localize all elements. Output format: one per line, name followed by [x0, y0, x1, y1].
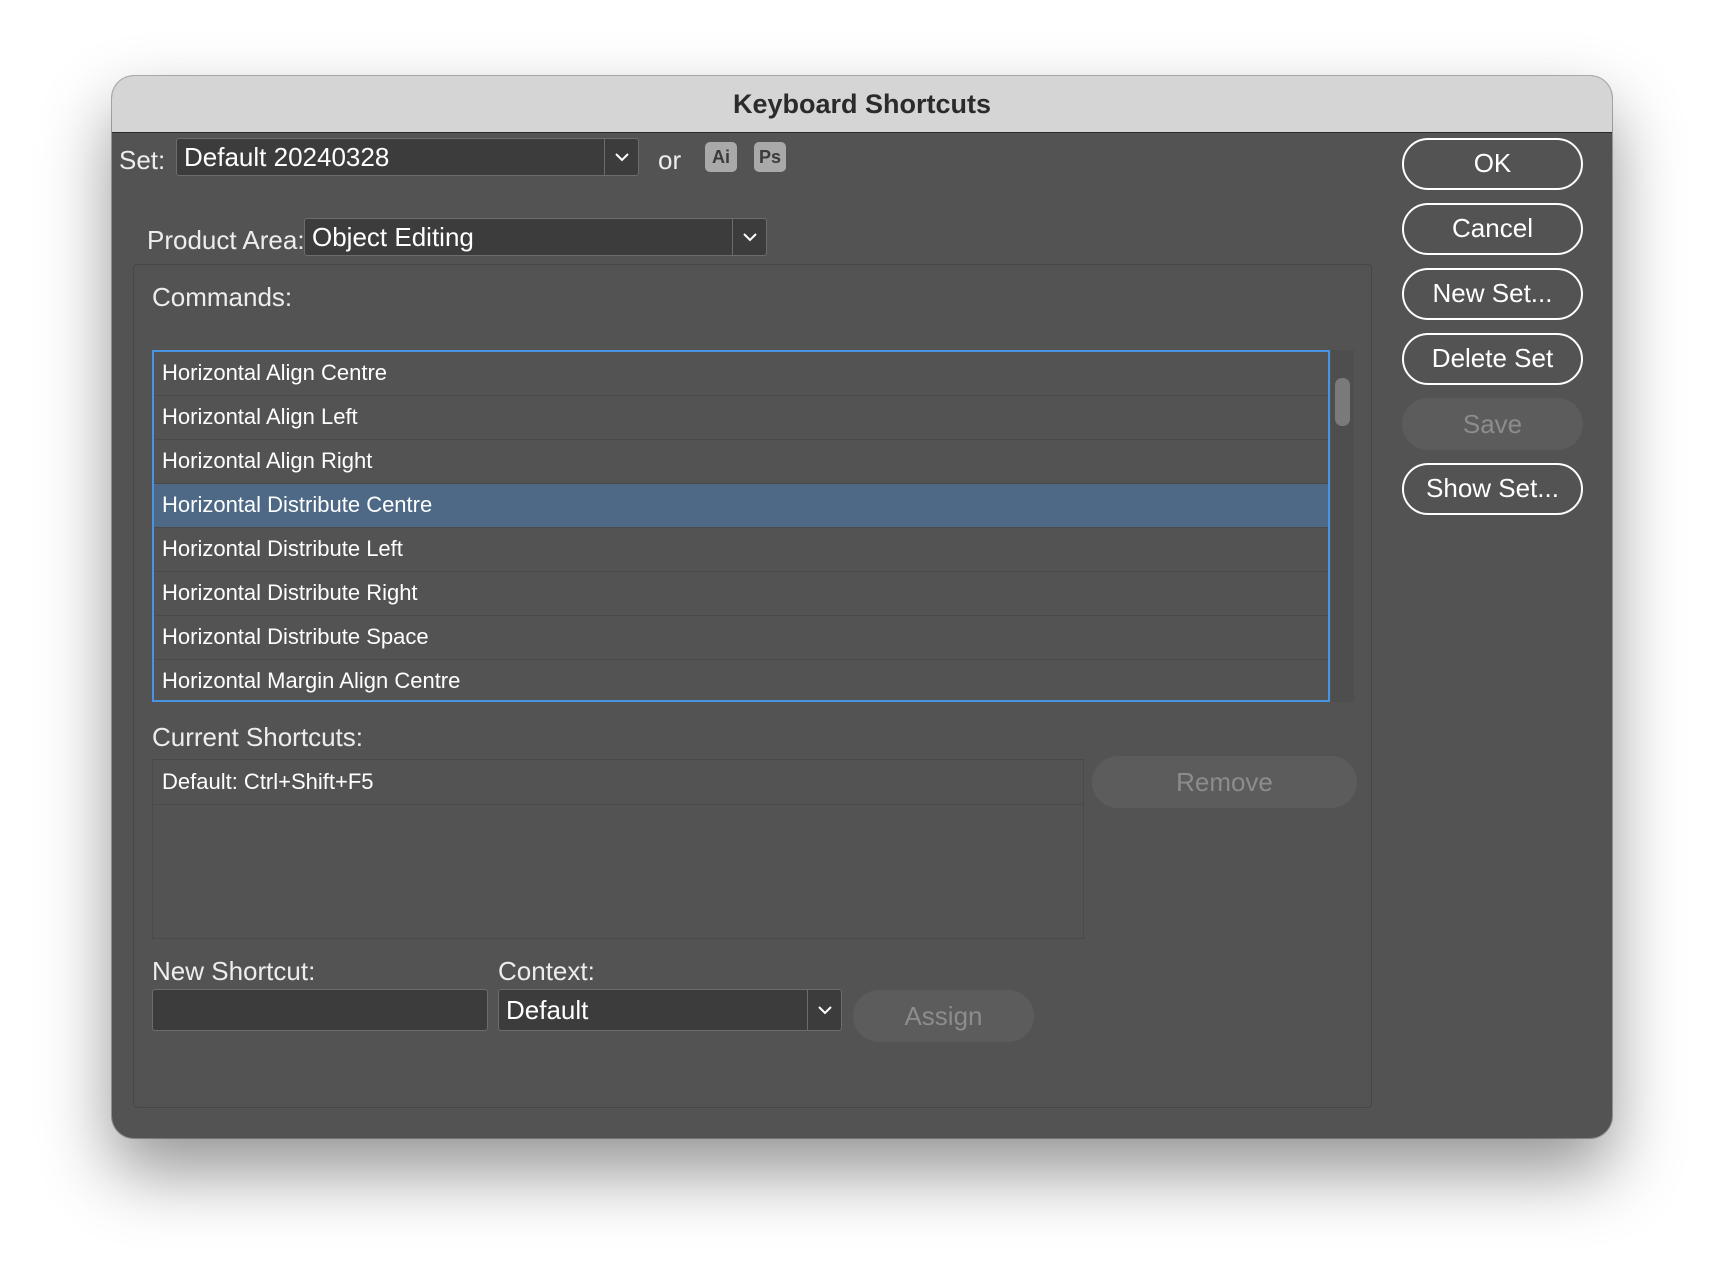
- delete-set-button[interactable]: Delete Set: [1402, 333, 1583, 385]
- context-dropdown[interactable]: Default: [498, 989, 842, 1031]
- list-item[interactable]: Default: Ctrl+Shift+F5: [153, 760, 1083, 805]
- new-shortcut-label: New Shortcut:: [152, 956, 316, 986]
- assign-button[interactable]: Assign: [853, 990, 1034, 1042]
- current-shortcuts-label: Current Shortcuts:: [152, 722, 363, 752]
- save-button[interactable]: Save: [1402, 398, 1583, 450]
- show-set-button[interactable]: Show Set...: [1402, 463, 1583, 515]
- list-item[interactable]: Horizontal Distribute Space: [154, 616, 1328, 660]
- ok-button[interactable]: OK: [1402, 138, 1583, 190]
- or-label: or: [658, 145, 682, 175]
- list-item[interactable]: Horizontal Distribute Left: [154, 528, 1328, 572]
- new-set-button[interactable]: New Set...: [1402, 268, 1583, 320]
- set-dropdown[interactable]: Default 20240328: [176, 138, 639, 176]
- product-area-label: Product Area:: [142, 225, 310, 256]
- product-area-dropdown-value: Object Editing: [312, 221, 474, 252]
- illustrator-badge-button[interactable]: Ai: [705, 142, 737, 172]
- commands-scrollbar-thumb[interactable]: [1335, 378, 1350, 426]
- dialog-title: Keyboard Shortcuts: [112, 76, 1612, 133]
- list-item[interactable]: Horizontal Align Right: [154, 440, 1328, 484]
- list-item[interactable]: Horizontal Margin Align Centre: [154, 660, 1328, 700]
- chevron-down-icon: [807, 990, 841, 1030]
- product-area-dropdown[interactable]: Object Editing: [304, 218, 767, 256]
- context-label: Context:: [498, 956, 595, 986]
- chevron-down-icon: [732, 219, 766, 255]
- new-shortcut-input[interactable]: [152, 989, 488, 1031]
- context-dropdown-value: Default: [506, 994, 589, 1025]
- photoshop-badge-button[interactable]: Ps: [754, 142, 786, 172]
- chevron-down-icon: [604, 139, 638, 175]
- cancel-button[interactable]: Cancel: [1402, 203, 1583, 255]
- set-label: Set:: [119, 145, 166, 175]
- list-item[interactable]: Horizontal Align Left: [154, 396, 1328, 440]
- set-dropdown-value: Default 20240328: [184, 141, 390, 172]
- list-item[interactable]: Horizontal Distribute Right: [154, 572, 1328, 616]
- list-item-selected[interactable]: Horizontal Distribute Centre: [154, 484, 1328, 528]
- commands-label: Commands:: [152, 282, 293, 312]
- current-shortcuts-list[interactable]: Default: Ctrl+Shift+F5: [152, 759, 1084, 939]
- list-item[interactable]: Horizontal Align Centre: [154, 352, 1328, 396]
- keyboard-shortcuts-dialog: Keyboard Shortcuts Set: Default 20240328…: [112, 76, 1612, 1138]
- remove-button[interactable]: Remove: [1092, 756, 1357, 808]
- commands-list[interactable]: Horizontal Align Centre Horizontal Align…: [152, 350, 1330, 702]
